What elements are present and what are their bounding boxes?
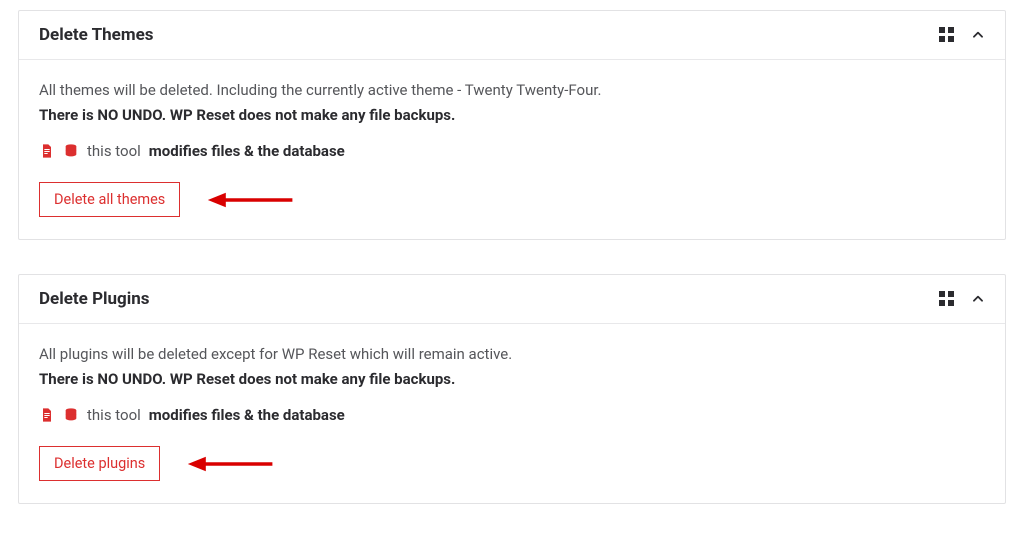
database-icon (63, 143, 79, 159)
panel-header-actions (939, 291, 985, 307)
chevron-up-icon[interactable] (971, 292, 985, 306)
grid-icon[interactable] (939, 291, 955, 307)
panel-description: All themes will be deleted. Including th… (39, 78, 985, 102)
panel-header-actions (939, 27, 985, 43)
modifies-strong: modifies files & the database (149, 142, 345, 160)
panel-warning: There is NO UNDO. WP Reset does not make… (39, 370, 985, 388)
panel-title: Delete Plugins (39, 289, 150, 309)
panel-body: All plugins will be deleted except for W… (19, 324, 1005, 503)
action-row: Delete plugins (39, 446, 985, 481)
modifies-row: this tool modifies files & the database (39, 142, 985, 160)
panel-warning: There is NO UNDO. WP Reset does not make… (39, 106, 985, 124)
panel-body: All themes will be deleted. Including th… (19, 60, 1005, 239)
modifies-prefix: this tool (87, 406, 141, 424)
chevron-up-icon[interactable] (971, 28, 985, 42)
database-icon (63, 407, 79, 423)
action-row: Delete all themes (39, 182, 985, 217)
arrow-left-icon (206, 191, 296, 209)
modifies-strong: modifies files & the database (149, 406, 345, 424)
panel-delete-plugins: Delete Plugins All plugins will be delet… (18, 274, 1006, 504)
grid-icon[interactable] (939, 27, 955, 43)
modifies-row: this tool modifies files & the database (39, 406, 985, 424)
panel-header: Delete Themes (19, 11, 1005, 60)
arrow-left-icon (186, 455, 276, 473)
panel-description: All plugins will be deleted except for W… (39, 342, 985, 366)
modifies-prefix: this tool (87, 142, 141, 160)
file-icon (39, 143, 55, 159)
panel-header: Delete Plugins (19, 275, 1005, 324)
panel-delete-themes: Delete Themes All themes will be deleted… (18, 10, 1006, 240)
panel-title: Delete Themes (39, 25, 154, 45)
delete-plugins-button[interactable]: Delete plugins (39, 446, 160, 481)
file-icon (39, 407, 55, 423)
delete-all-themes-button[interactable]: Delete all themes (39, 182, 180, 217)
